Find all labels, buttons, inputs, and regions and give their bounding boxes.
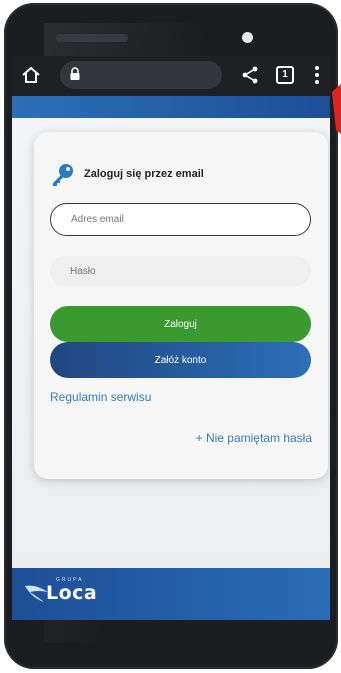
key-icon <box>53 164 73 186</box>
terms-link[interactable]: Regulamin serwisu <box>50 390 151 404</box>
footer: GRUPA Loca <box>12 568 330 620</box>
share-icon[interactable] <box>240 65 260 85</box>
tabs-icon[interactable]: 1 <box>276 66 294 84</box>
register-button[interactable]: Załóż konto <box>50 342 311 378</box>
phone-frame: 1 Zaloguj się przez email Zaloguj Załóż … <box>4 3 338 669</box>
login-title: Zaloguj się przez email <box>84 168 204 180</box>
password-input[interactable] <box>50 256 311 286</box>
lock-icon <box>70 67 80 80</box>
annotation-arrow-icon <box>332 84 341 134</box>
login-card: Zaloguj się przez email Zaloguj Załóż ko… <box>34 132 328 479</box>
login-button[interactable]: Zaloguj <box>50 306 311 342</box>
header-band <box>12 96 330 118</box>
logo-wordmark: Loca <box>46 582 98 604</box>
browser-toolbar: 1 <box>12 56 330 96</box>
phone-camera <box>242 32 253 43</box>
home-icon[interactable] <box>20 64 42 86</box>
email-input[interactable] <box>50 203 311 236</box>
phone-screen: 1 Zaloguj się przez email Zaloguj Załóż … <box>12 56 330 620</box>
address-bar[interactable] <box>60 61 222 89</box>
forgot-password-link[interactable]: + Nie pamiętam hasła <box>196 431 312 445</box>
phone-speaker <box>56 34 128 42</box>
menu-icon[interactable] <box>312 64 322 86</box>
